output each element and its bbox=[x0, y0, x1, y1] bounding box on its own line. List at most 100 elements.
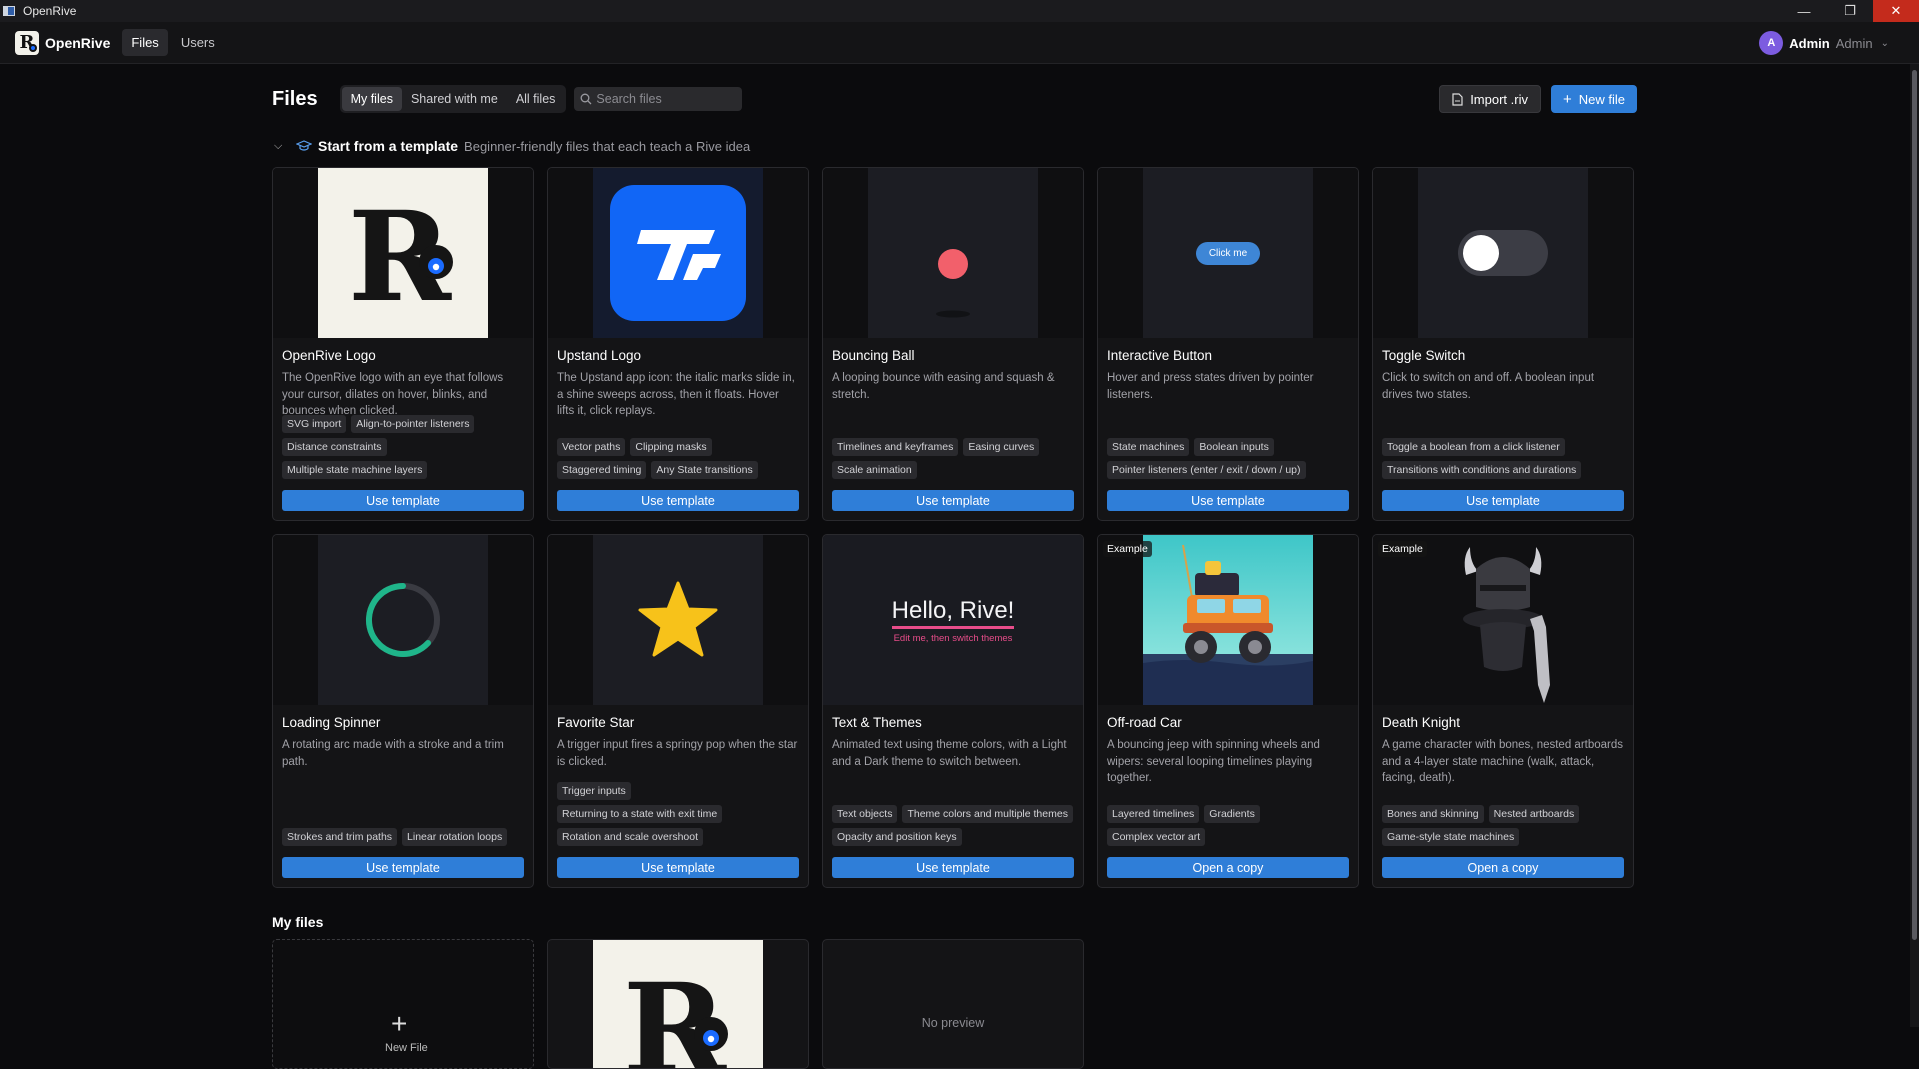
template-card-off-road-car[interactable]: Example Off-road Car A bouncing jeep wit… bbox=[1097, 534, 1359, 888]
card-title: Upstand Logo bbox=[557, 348, 642, 363]
template-card-interactive-button[interactable]: Click me Interactive Button Hover and pr… bbox=[1097, 167, 1359, 521]
ball-icon bbox=[936, 249, 970, 318]
filter-all-files[interactable]: All files bbox=[507, 87, 565, 111]
brand-name[interactable]: OpenRive bbox=[45, 35, 110, 51]
use-template-button[interactable]: Use template bbox=[1107, 490, 1349, 511]
nav-tab-users[interactable]: Users bbox=[172, 29, 224, 56]
card-tags: Bones and skinning Nested artboards Game… bbox=[1382, 805, 1624, 846]
nav-tab-files[interactable]: Files bbox=[122, 29, 168, 56]
use-template-button[interactable]: Use template bbox=[557, 857, 799, 878]
openrive-logo-icon[interactable]: R bbox=[15, 30, 39, 55]
close-icon[interactable]: ✕ bbox=[1873, 0, 1919, 22]
use-template-button[interactable]: Use template bbox=[557, 490, 799, 511]
template-section-header[interactable]: ⌵ Start from a template Beginner-friendl… bbox=[272, 134, 1637, 158]
use-template-button[interactable]: Use template bbox=[282, 490, 524, 511]
tag: Clipping masks bbox=[630, 438, 712, 456]
interactive-button-thumbnail: Click me bbox=[1143, 168, 1313, 338]
tag: SVG import bbox=[282, 415, 347, 433]
window-title: OpenRive bbox=[23, 4, 77, 18]
template-card-bouncing-ball[interactable]: Bouncing Ball A looping bounce with easi… bbox=[822, 167, 1084, 521]
top-navbar: R OpenRive Files Users A Admin Admin ⌄ bbox=[0, 22, 1919, 64]
search-box[interactable] bbox=[574, 87, 743, 111]
scrollbar-thumb[interactable] bbox=[1912, 70, 1917, 940]
card-description: A rotating arc made with a stroke and a … bbox=[282, 739, 504, 768]
file-card[interactable]: No preview bbox=[822, 939, 1084, 1069]
new-file-card-label: New File bbox=[385, 1042, 428, 1054]
tag: Bones and skinning bbox=[1382, 805, 1484, 823]
example-badge: Example bbox=[1103, 541, 1152, 557]
card-thumbnail bbox=[1373, 535, 1633, 705]
upstand-app-icon bbox=[610, 185, 746, 321]
filter-shared-with-me[interactable]: Shared with me bbox=[402, 87, 507, 111]
card-thumbnail bbox=[548, 168, 808, 338]
card-tags: SVG import Align-to-pointer listeners Di… bbox=[282, 415, 524, 479]
open-a-copy-button[interactable]: Open a copy bbox=[1107, 857, 1349, 878]
tag: Distance constraints bbox=[282, 438, 387, 456]
tag: Easing curves bbox=[963, 438, 1040, 456]
card-thumbnail: Click me bbox=[1098, 168, 1358, 338]
no-preview-label: No preview bbox=[921, 1016, 985, 1030]
open-a-copy-button[interactable]: Open a copy bbox=[1382, 857, 1624, 878]
example-badge: Example bbox=[1378, 541, 1427, 557]
tag: Gradients bbox=[1204, 805, 1260, 823]
new-file-card[interactable]: + New File bbox=[272, 939, 534, 1069]
use-template-button[interactable]: Use template bbox=[832, 857, 1074, 878]
tag: Vector paths bbox=[557, 438, 626, 456]
page-title: Files bbox=[272, 87, 318, 110]
search-input[interactable] bbox=[596, 92, 737, 106]
chevron-down-icon[interactable]: ⌵ bbox=[274, 140, 288, 153]
window-controls: — ❐ ✕ bbox=[1781, 0, 1919, 22]
card-title: Loading Spinner bbox=[282, 715, 381, 730]
use-template-button[interactable]: Use template bbox=[282, 857, 524, 878]
jeep-icon bbox=[1143, 544, 1313, 705]
death-knight-thumbnail bbox=[1418, 535, 1588, 705]
use-template-button[interactable]: Use template bbox=[832, 490, 1074, 511]
tag: Text objects bbox=[832, 805, 898, 823]
user-name: Admin bbox=[1789, 35, 1830, 51]
openrive-logo-thumbnail: R bbox=[318, 168, 488, 338]
vertical-scrollbar[interactable] bbox=[1910, 64, 1919, 1027]
template-card-openrive-logo[interactable]: R OpenRive Logo The OpenRive logo with a… bbox=[272, 167, 534, 521]
use-template-button[interactable]: Use template bbox=[1382, 490, 1624, 511]
card-description: A bouncing jeep with spinning wheels and… bbox=[1107, 739, 1320, 784]
card-thumbnail: Hello, Rive! Edit me, then switch themes bbox=[823, 535, 1083, 705]
section-subtitle: Beginner-friendly files that each teach … bbox=[464, 138, 751, 154]
filter-my-files[interactable]: My files bbox=[341, 87, 402, 111]
toolbar-actions: Import .riv + New file bbox=[1439, 85, 1637, 113]
app-icon bbox=[3, 6, 15, 16]
minimize-icon[interactable]: — bbox=[1781, 0, 1827, 22]
off-road-car-thumbnail bbox=[1143, 535, 1313, 705]
graduation-cap-icon bbox=[296, 140, 312, 151]
template-card-loading-spinner[interactable]: Loading Spinner A rotating arc made with… bbox=[272, 534, 534, 888]
template-card-death-knight[interactable]: Example Death Knight A game character wi… bbox=[1372, 534, 1634, 888]
user-menu[interactable]: A Admin Admin ⌄ bbox=[1759, 31, 1889, 55]
search-icon bbox=[580, 93, 592, 105]
openrive-r-icon: R bbox=[348, 185, 453, 330]
card-thumbnail bbox=[823, 168, 1083, 338]
template-card-upstand-logo[interactable]: Upstand Logo The Upstand app icon: the i… bbox=[547, 167, 809, 521]
card-description: A game character with bones, nested artb… bbox=[1382, 739, 1624, 784]
template-card-favorite-star[interactable]: Favorite Star A trigger input fires a sp… bbox=[547, 534, 809, 888]
tag: Complex vector art bbox=[1107, 828, 1206, 846]
openrive-r-icon: R bbox=[623, 957, 728, 1068]
card-tags: Trigger inputs Returning to a state with… bbox=[557, 782, 799, 846]
file-card[interactable]: R bbox=[547, 939, 809, 1069]
template-card-text-themes[interactable]: Hello, Rive! Edit me, then switch themes… bbox=[822, 534, 1084, 888]
tag: Strokes and trim paths bbox=[282, 828, 398, 846]
tag: Returning to a state with exit time bbox=[557, 805, 723, 823]
card-tags: Vector paths Clipping masks Staggered ti… bbox=[557, 438, 799, 479]
new-file-button[interactable]: + New file bbox=[1550, 85, 1637, 113]
toggle-switch-thumbnail bbox=[1418, 168, 1588, 338]
card-thumbnail bbox=[1373, 168, 1633, 338]
click-me-button-preview: Click me bbox=[1195, 241, 1261, 265]
tag: Rotation and scale overshoot bbox=[557, 828, 704, 846]
card-description: Animated text using theme colors, with a… bbox=[832, 739, 1067, 768]
restore-icon[interactable]: ❐ bbox=[1827, 0, 1873, 22]
files-toolbar: Files My files Shared with me All files … bbox=[272, 64, 1637, 134]
template-card-toggle-switch[interactable]: Toggle Switch Click to switch on and off… bbox=[1372, 167, 1634, 521]
avatar: A bbox=[1759, 31, 1784, 55]
section-title: Start from a template bbox=[318, 138, 459, 154]
import-riv-button[interactable]: Import .riv bbox=[1439, 85, 1541, 113]
card-thumbnail bbox=[1098, 535, 1358, 705]
spinner-icon bbox=[365, 583, 440, 657]
